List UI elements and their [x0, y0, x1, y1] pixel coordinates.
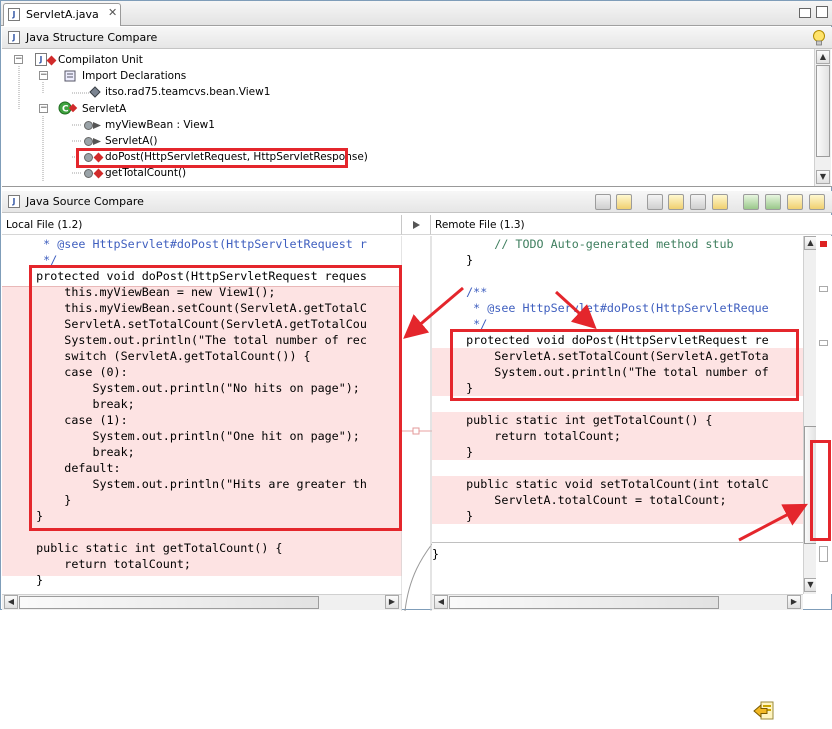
arrow-to-remote — [554, 290, 597, 330]
annotation-arrows — [403, 286, 808, 542]
arrow-to-local — [403, 286, 464, 339]
copy-current-change-icon — [753, 701, 774, 720]
arrow-to-scroll — [738, 503, 808, 542]
